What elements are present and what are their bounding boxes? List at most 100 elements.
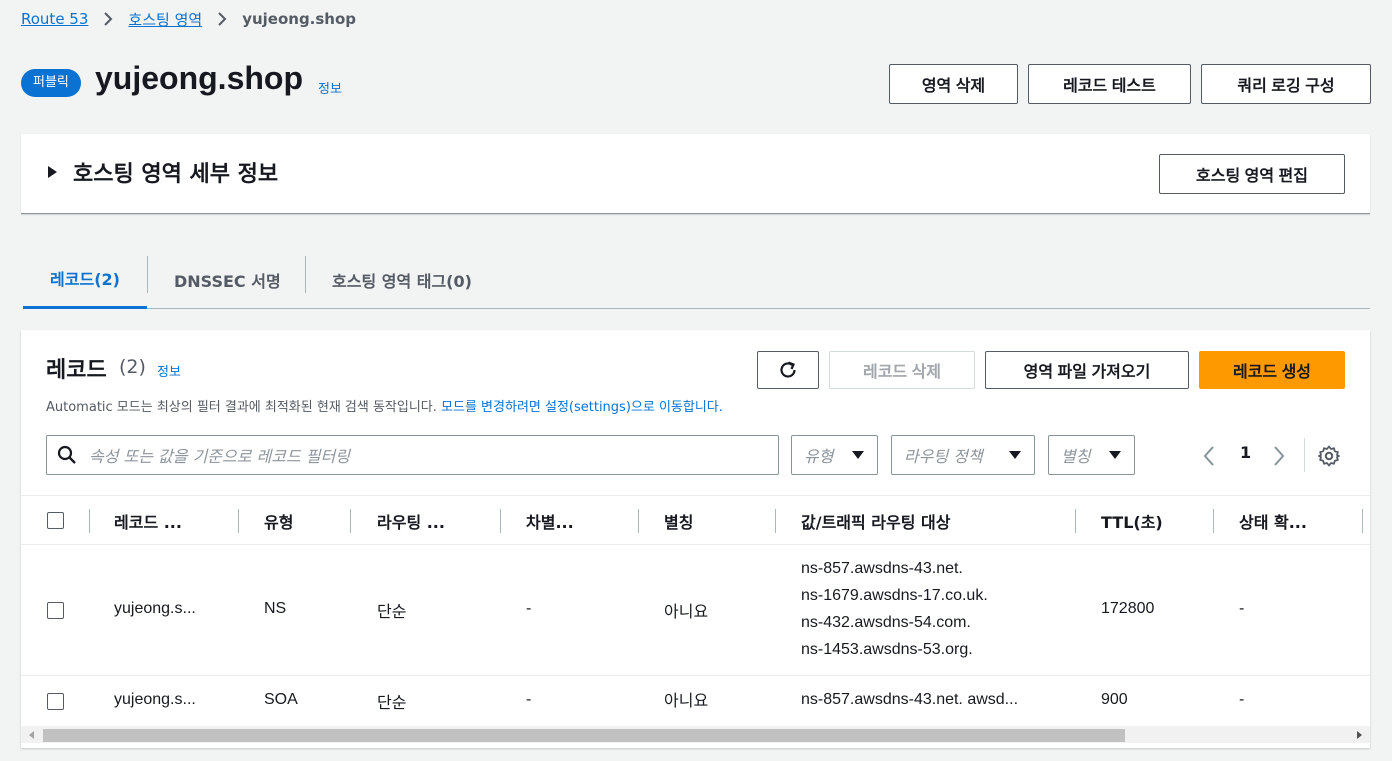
column-header-alias[interactable]: 별칭 — [664, 496, 693, 546]
column-label: 라우팅 ... — [377, 513, 445, 532]
records-table-header: 레코드 ... 유형 라우팅 ... 차별... 별칭 값/트래픽 라우팅 대상… — [21, 495, 1370, 545]
edit-hosted-zone-button[interactable]: 호스팅 영역 편집 — [1159, 154, 1345, 194]
public-badge: 퍼블릭 — [21, 69, 81, 97]
chevron-right-icon — [88, 11, 128, 27]
page-title: yujeong.shop — [95, 60, 303, 96]
caret-down-icon — [1009, 451, 1021, 459]
breadcrumb-hosted-zones-link[interactable]: 호스팅 영역 — [128, 9, 202, 30]
column-divider — [1213, 509, 1214, 533]
record-type: NS — [264, 600, 287, 617]
tab-bar: 레코드(2) DNSSEC 서명 호스팅 영역 태그(0) — [23, 250, 1370, 309]
column-header-type[interactable]: 유형 — [264, 496, 293, 546]
test-record-button[interactable]: 레코드 테스트 — [1028, 64, 1191, 104]
record-value: ns-1453.awsdns-53.org. — [801, 641, 973, 658]
column-header-differentiator[interactable]: 차별... — [526, 496, 574, 546]
column-divider — [775, 509, 776, 533]
refresh-icon — [780, 361, 796, 378]
table-row[interactable]: yujeong.s... SOA 단순 - 아니요 ns-857.awsdns-… — [21, 677, 1370, 727]
tab-dnssec[interactable]: DNSSEC 서명 — [174, 250, 281, 309]
alias-filter-label: 별칭 — [1061, 447, 1091, 466]
type-filter-label: 유형 — [804, 447, 834, 466]
column-header-value[interactable]: 값/트래픽 라우팅 대상 — [801, 496, 950, 546]
gear-icon[interactable] — [1318, 445, 1340, 467]
column-divider — [1362, 509, 1363, 533]
column-divider — [1075, 509, 1076, 533]
row-checkbox[interactable] — [47, 693, 64, 710]
record-ttl: 172800 — [1101, 600, 1155, 617]
caret-right-icon[interactable] — [48, 166, 57, 178]
record-routing: 단순 — [377, 602, 407, 621]
chevron-right-icon — [202, 11, 242, 27]
record-alias: 아니요 — [664, 691, 709, 710]
breadcrumb: Route 53 호스팅 영역 yujeong.shop — [21, 8, 356, 30]
breadcrumb-route53-link[interactable]: Route 53 — [21, 10, 88, 28]
column-label: 차별... — [526, 513, 574, 532]
breadcrumb-current: yujeong.shop — [242, 10, 357, 28]
current-page-number[interactable]: 1 — [1240, 443, 1251, 462]
column-label: TTL(초) — [1101, 513, 1163, 532]
record-alias: 아니요 — [664, 602, 709, 621]
column-divider — [238, 509, 239, 533]
pager-divider — [1304, 438, 1305, 472]
column-divider — [638, 509, 639, 533]
column-label: 별칭 — [664, 513, 694, 532]
caret-down-icon — [852, 451, 864, 459]
table-row[interactable]: yujeong.s... NS 단순 - 아니요 ns-857.awsdns-4… — [21, 545, 1370, 676]
column-label: 값/트래픽 라우팅 대상 — [801, 513, 951, 532]
alias-filter-select[interactable]: 별칭 — [1048, 435, 1135, 475]
create-record-button[interactable]: 레코드 생성 — [1199, 351, 1345, 389]
type-filter-select[interactable]: 유형 — [791, 435, 878, 475]
hosted-zone-details-panel: 호스팅 영역 세부 정보 호스팅 영역 편집 — [21, 134, 1370, 214]
routing-filter-select[interactable]: 라우팅 정책 — [891, 435, 1035, 475]
column-header-health-check[interactable]: 상태 확... — [1239, 496, 1307, 546]
tab-records[interactable]: 레코드(2) — [23, 250, 147, 309]
query-logging-button[interactable]: 쿼리 로깅 구성 — [1201, 64, 1371, 104]
search-icon — [57, 445, 76, 464]
record-routing: 단순 — [377, 693, 407, 712]
settings-link[interactable]: 모드를 변경하려면 설정(settings)으로 이동합니다. — [441, 400, 723, 415]
scroll-right-icon[interactable] — [1357, 731, 1362, 739]
record-value: ns-857.awsdns-43.net. — [801, 560, 963, 577]
description-text: Automatic 모드는 최상의 필터 결과에 최적화된 현재 검색 동작입니… — [46, 400, 437, 415]
horizontal-scrollbar[interactable] — [21, 726, 1370, 743]
records-panel: 레코드 (2) 정보 레코드 삭제 영역 파일 가져오기 레코드 생성 Auto… — [21, 330, 1370, 748]
record-values: ns-857.awsdns-43.net. ns-1679.awsdns-17.… — [801, 555, 988, 663]
routing-filter-label: 라우팅 정책 — [904, 447, 983, 466]
column-divider — [350, 509, 351, 533]
previous-page-icon[interactable] — [1202, 445, 1216, 467]
record-name: yujeong.s... — [114, 691, 196, 708]
next-page-icon[interactable] — [1272, 445, 1286, 467]
record-value: ns-857.awsdns-43.net. awsd... — [801, 691, 1019, 708]
refresh-button[interactable] — [757, 351, 819, 389]
record-ttl: 900 — [1101, 691, 1128, 708]
caret-down-icon — [1109, 451, 1121, 459]
record-differentiator: - — [526, 600, 532, 617]
record-type: SOA — [264, 691, 298, 708]
scrollbar-thumb[interactable] — [43, 729, 1125, 742]
title-info-link[interactable]: 정보 — [318, 78, 342, 97]
records-count: (2) — [119, 356, 146, 378]
record-health-check: - — [1239, 691, 1245, 708]
delete-record-button[interactable]: 레코드 삭제 — [829, 351, 975, 389]
scroll-left-icon[interactable] — [29, 731, 34, 739]
row-checkbox[interactable] — [47, 602, 64, 619]
tab-divider — [147, 256, 148, 293]
delete-zone-button[interactable]: 영역 삭제 — [889, 64, 1018, 104]
record-value: ns-1679.awsdns-17.co.uk. — [801, 587, 988, 604]
column-divider — [500, 509, 501, 533]
column-label: 레코드 ... — [114, 513, 182, 532]
import-zone-file-button[interactable]: 영역 파일 가져오기 — [985, 351, 1189, 389]
records-info-link[interactable]: 정보 — [157, 361, 181, 380]
records-description: Automatic 모드는 최상의 필터 결과에 최적화된 현재 검색 동작입니… — [46, 396, 723, 415]
record-health-check: - — [1239, 600, 1245, 617]
column-divider — [89, 509, 90, 533]
column-header-routing[interactable]: 라우팅 ... — [377, 496, 445, 546]
column-header-record-name[interactable]: 레코드 ... — [114, 496, 182, 546]
details-title[interactable]: 호스팅 영역 세부 정보 — [73, 156, 278, 188]
tab-tags[interactable]: 호스팅 영역 태그(0) — [332, 250, 472, 309]
record-differentiator: - — [526, 691, 532, 708]
column-header-ttl[interactable]: TTL(초) — [1101, 496, 1163, 546]
search-placeholder: 속성 또는 값을 기준으로 레코드 필터링 — [89, 447, 350, 466]
select-all-checkbox[interactable] — [47, 512, 64, 529]
record-filter-input[interactable]: 속성 또는 값을 기준으로 레코드 필터링 — [46, 435, 779, 475]
